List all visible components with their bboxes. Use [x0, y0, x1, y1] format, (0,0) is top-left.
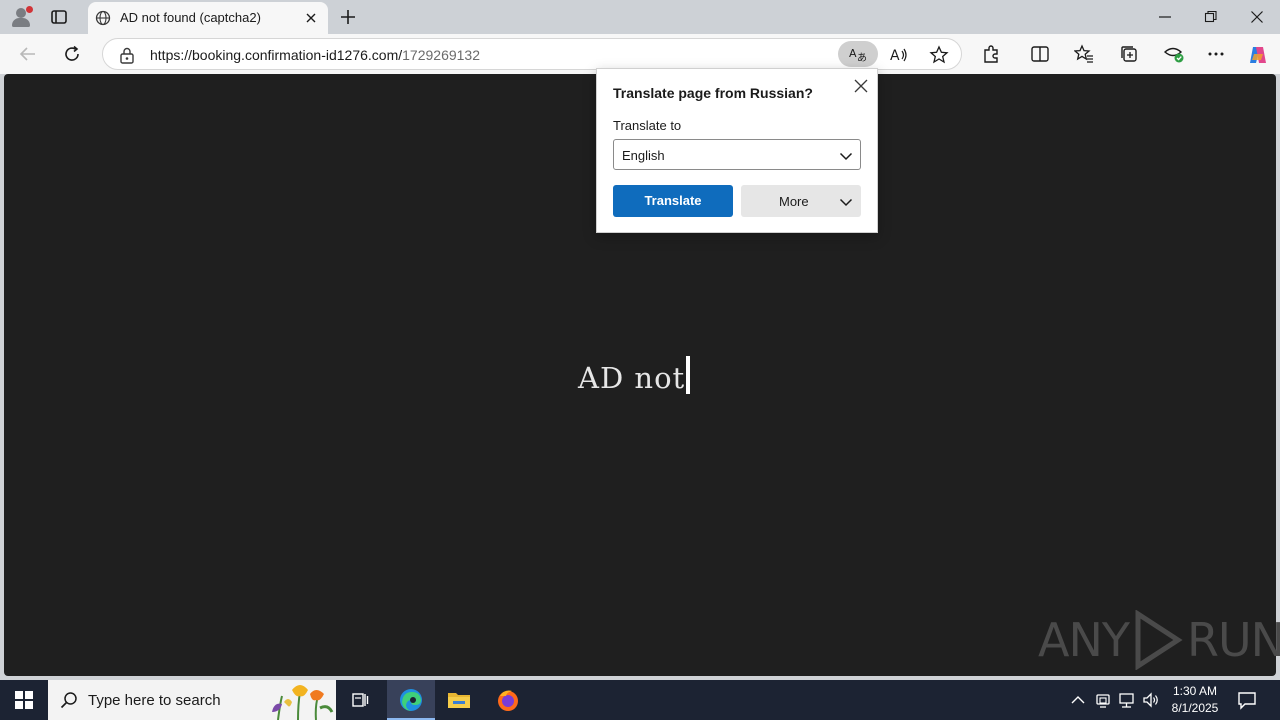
- tab-actions-icon[interactable]: [50, 8, 68, 26]
- copilot-icon[interactable]: [1247, 44, 1267, 64]
- split-screen-icon[interactable]: [1030, 44, 1050, 64]
- start-button[interactable]: [0, 680, 48, 720]
- chevron-down-icon: [839, 195, 853, 213]
- settings-more-icon[interactable]: [1206, 44, 1226, 64]
- minimize-icon[interactable]: [1158, 8, 1172, 31]
- play-logo-icon: [1135, 610, 1183, 670]
- more-button[interactable]: More: [741, 185, 861, 217]
- svg-text:A: A: [890, 48, 900, 64]
- more-button-label: More: [779, 194, 809, 209]
- anyrun-watermark: ANY RUN: [1038, 608, 1280, 672]
- site-info-lock-icon[interactable]: [119, 46, 135, 69]
- typed-page-text: AD not: [578, 356, 691, 395]
- globe-icon: [95, 10, 111, 31]
- network-icon[interactable]: [1118, 691, 1136, 714]
- translate-button[interactable]: Translate: [613, 185, 733, 217]
- meet-now-icon[interactable]: [1095, 691, 1111, 714]
- text-caret: [686, 356, 691, 394]
- taskbar-edge-button[interactable]: [387, 680, 435, 720]
- task-view-button[interactable]: [336, 680, 384, 720]
- taskbar-search-box[interactable]: Type here to search: [48, 680, 336, 720]
- translate-popup: Translate page from Russian? Translate t…: [596, 68, 878, 233]
- notification-center-icon[interactable]: [1237, 690, 1257, 715]
- svg-text:あ: あ: [857, 52, 867, 63]
- new-tab-icon[interactable]: [339, 8, 357, 31]
- volume-icon[interactable]: [1142, 691, 1160, 714]
- tulips-decoration-icon: [258, 682, 334, 720]
- firefox-icon: [498, 690, 518, 711]
- taskbar-file-explorer-button[interactable]: [435, 680, 483, 720]
- collections-icon[interactable]: [1119, 44, 1139, 64]
- address-bar[interactable]: https://booking.confirmation-id1276.com/…: [102, 38, 962, 70]
- task-view-icon: [352, 693, 369, 707]
- window-close-icon[interactable]: [1250, 8, 1264, 31]
- selected-language: English: [622, 148, 665, 163]
- taskbar-clock[interactable]: 1:30 AM 8/1/2025: [1160, 683, 1230, 717]
- read-aloud-icon[interactable]: A: [889, 45, 909, 70]
- browser-tab-active[interactable]: AD not found (captcha2): [88, 2, 328, 34]
- show-hidden-icons-chevron-up-icon[interactable]: [1070, 691, 1086, 714]
- tab-strip: AD not found (captcha2): [0, 0, 1280, 34]
- search-placeholder: Type here to search: [88, 692, 221, 709]
- search-icon: [60, 691, 78, 714]
- popup-close-icon[interactable]: [853, 78, 869, 99]
- windows-taskbar: Type here to search 1:30 AM 8/1/2025: [0, 680, 1280, 720]
- add-favorite-star-icon[interactable]: [929, 45, 949, 70]
- browser-essentials-icon[interactable]: [1163, 44, 1184, 64]
- profile-avatar-icon[interactable]: [10, 6, 33, 28]
- url-text: https://booking.confirmation-id1276.com/…: [150, 47, 481, 63]
- clock-date: 8/1/2025: [1171, 701, 1219, 715]
- translate-icon[interactable]: Aあ: [838, 41, 878, 67]
- svg-text:A: A: [849, 47, 857, 60]
- restore-icon[interactable]: [1204, 8, 1218, 31]
- folder-icon: [448, 693, 470, 708]
- refresh-icon[interactable]: [62, 44, 82, 64]
- chevron-down-icon: [839, 149, 853, 167]
- back-icon[interactable]: [18, 44, 38, 64]
- tab-title: AD not found (captcha2): [120, 10, 261, 25]
- translate-to-label: Translate to: [613, 118, 682, 133]
- tab-close-icon[interactable]: [304, 11, 318, 30]
- clock-time: 1:30 AM: [1172, 684, 1218, 698]
- language-select[interactable]: English: [613, 139, 861, 170]
- windows-logo-icon: [15, 691, 33, 709]
- taskbar-firefox-button[interactable]: [484, 680, 532, 720]
- edge-icon: [400, 689, 422, 711]
- extensions-icon[interactable]: [981, 44, 1001, 64]
- translate-popup-title: Translate page from Russian?: [613, 85, 813, 101]
- favorites-icon[interactable]: [1073, 44, 1094, 64]
